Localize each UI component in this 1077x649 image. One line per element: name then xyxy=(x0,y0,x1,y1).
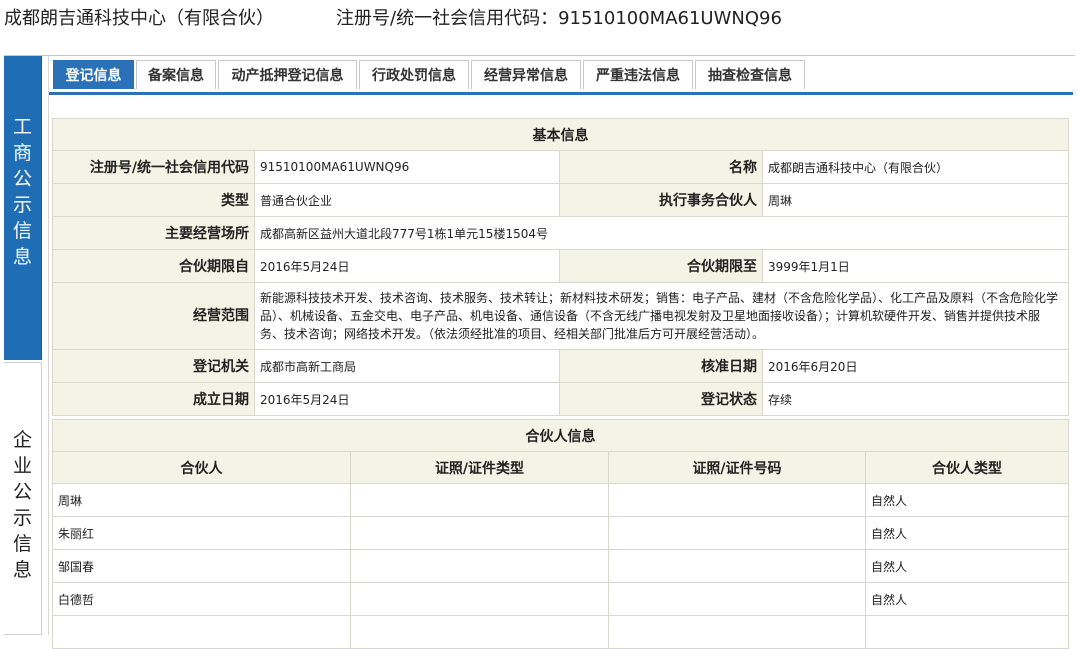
table-cell xyxy=(608,615,866,649)
table-cell: 白德哲 xyxy=(52,582,351,616)
page-header: 成都朗吉通科技中心（有限合伙） 注册号/统一社会信用代码：91510100MA6… xyxy=(0,0,1077,40)
label-reg-code: 注册号/统一社会信用代码 xyxy=(52,150,255,184)
value-scope: 新能源科技技术开发、技术咨询、技术服务、技术转让；新材料技术研发；销售：电子产品… xyxy=(254,282,1069,350)
table-cell: 周琳 xyxy=(52,483,351,517)
label-approval-date: 核准日期 xyxy=(559,349,763,383)
table-cell xyxy=(865,615,1069,649)
table-cell xyxy=(350,516,609,550)
table-row: 白德哲 自然人 xyxy=(52,582,1069,616)
value-reg-code: 91510100MA61UWNQ96 xyxy=(254,150,560,184)
tab-mortgage[interactable]: 动产抵押登记信息 xyxy=(218,60,357,89)
label-type: 类型 xyxy=(52,183,255,217)
label-term-to: 合伙期限至 xyxy=(559,249,763,283)
table-cell xyxy=(608,516,866,550)
sidebar-char: 息 xyxy=(12,559,32,581)
value-term-from: 2016年5月24日 xyxy=(254,249,560,283)
table-cell: 自然人 xyxy=(865,516,1069,550)
tab-filing[interactable]: 备案信息 xyxy=(136,60,216,89)
sidebar-char: 业 xyxy=(12,455,32,477)
sidebar-char: 息 xyxy=(12,246,32,268)
sidebar-char: 公 xyxy=(12,168,32,190)
tab-violation[interactable]: 严重违法信息 xyxy=(583,60,693,89)
partners-table: 合伙人信息 合伙人 证照/证件类型 证照/证件号码 合伙人类型 周琳 自然人 朱丽红… xyxy=(52,419,1069,649)
tab-inspection[interactable]: 抽查检查信息 xyxy=(695,60,805,89)
value-term-to: 3999年1月1日 xyxy=(762,249,1069,283)
value-authority: 成都市高新工商局 xyxy=(254,349,560,383)
label-scope: 经营范围 xyxy=(52,282,255,350)
tab-abnormal[interactable]: 经营异常信息 xyxy=(471,60,581,89)
value-established: 2016年5月24日 xyxy=(254,382,560,416)
table-cell: 自然人 xyxy=(865,582,1069,616)
table-row: 周琳 自然人 xyxy=(52,483,1069,517)
table-cell: 自然人 xyxy=(865,483,1069,517)
table-cell xyxy=(608,549,866,583)
col-header-partner: 合伙人 xyxy=(52,451,351,484)
sidebar-char: 商 xyxy=(12,142,32,164)
value-name: 成都朗吉通科技中心（有限合伙） xyxy=(762,150,1069,184)
tab-bar: 登记信息 备案信息 动产抵押登记信息 行政处罚信息 经营异常信息 严重违法信息 … xyxy=(49,60,1073,95)
sidebar-tab-business-info[interactable]: 工商公示信息 xyxy=(4,56,42,360)
sidebar-char: 企 xyxy=(12,429,32,451)
value-address: 成都高新区益州大道北段777号1栋1单元15楼1504号 xyxy=(254,216,1069,250)
table-cell xyxy=(52,615,351,649)
label-authority: 登记机关 xyxy=(52,349,255,383)
col-header-partner-type: 合伙人类型 xyxy=(865,451,1069,484)
col-header-id-type: 证照/证件类型 xyxy=(350,451,609,484)
table-row: 邹国春 自然人 xyxy=(52,549,1069,583)
sidebar: 工商公示信息 企业公示信息 xyxy=(4,56,43,635)
label-address: 主要经营场所 xyxy=(52,216,255,250)
content-area: 登记信息 备案信息 动产抵押登记信息 行政处罚信息 经营异常信息 严重违法信息 … xyxy=(48,56,1073,649)
table-cell: 自然人 xyxy=(865,549,1069,583)
table-row xyxy=(52,615,1069,649)
col-header-id-number: 证照/证件号码 xyxy=(608,451,866,484)
section-title-partners: 合伙人信息 xyxy=(52,419,1069,452)
main-frame: 工商公示信息 企业公示信息 登记信息 备案信息 动产抵押登记信息 行政处罚信息 … xyxy=(4,55,1075,649)
table-cell xyxy=(350,483,609,517)
sidebar-tab-enterprise-info[interactable]: 企业公示信息 xyxy=(4,362,42,635)
label-exec-partner: 执行事务合伙人 xyxy=(559,183,763,217)
tab-registration[interactable]: 登记信息 xyxy=(53,60,134,89)
tab-penalty[interactable]: 行政处罚信息 xyxy=(359,60,469,89)
label-status: 登记状态 xyxy=(559,382,763,416)
table-cell xyxy=(608,582,866,616)
table-cell: 朱丽红 xyxy=(52,516,351,550)
table-cell xyxy=(350,582,609,616)
table-cell xyxy=(608,483,866,517)
table-cell xyxy=(350,615,609,649)
label-name: 名称 xyxy=(559,150,763,184)
value-exec-partner: 周琳 xyxy=(762,183,1069,217)
sidebar-char: 信 xyxy=(12,220,32,242)
label-term-from: 合伙期限自 xyxy=(52,249,255,283)
sidebar-char: 示 xyxy=(12,194,32,216)
sidebar-char: 信 xyxy=(12,533,32,555)
basic-info-table: 基本信息 注册号/统一社会信用代码 91510100MA61UWNQ96 名称 … xyxy=(52,118,1069,416)
company-title: 成都朗吉通科技中心（有限合伙） xyxy=(4,8,274,29)
table-cell xyxy=(350,549,609,583)
sidebar-char: 工 xyxy=(12,116,32,138)
label-established: 成立日期 xyxy=(52,382,255,416)
value-approval-date: 2016年6月20日 xyxy=(762,349,1069,383)
value-status: 存续 xyxy=(762,382,1069,416)
sidebar-char: 示 xyxy=(12,507,32,529)
sidebar-char: 公 xyxy=(12,481,32,503)
table-cell: 邹国春 xyxy=(52,549,351,583)
registration-code: 注册号/统一社会信用代码：91510100MA61UWNQ96 xyxy=(336,8,782,29)
section-title-basic: 基本信息 xyxy=(52,118,1069,151)
value-type: 普通合伙企业 xyxy=(254,183,560,217)
table-row: 朱丽红 自然人 xyxy=(52,516,1069,550)
